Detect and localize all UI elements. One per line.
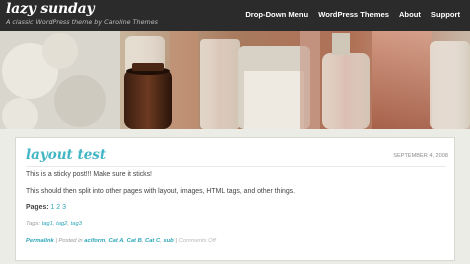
site-tagline: A classic WordPress theme by Caroline Th… (6, 18, 159, 26)
category-link-sub[interactable]: sub (163, 238, 173, 244)
post-date: SEPTEMBER 4, 2008 (393, 153, 448, 159)
nav-item-about[interactable]: About (399, 10, 421, 19)
category-link-cat-c[interactable]: Cat C (145, 238, 160, 244)
tag-link-2[interactable]: tag2 (56, 221, 67, 227)
nav-item-drop-down-menu[interactable]: Drop-Down Menu (245, 10, 308, 19)
post-title-link[interactable]: layout test (26, 147, 106, 163)
permalink-link[interactable]: Permalink (26, 238, 54, 244)
post-card: layout test SEPTEMBER 4, 2008 This is a … (15, 137, 455, 261)
tag-link-1[interactable]: tag1 (42, 221, 53, 227)
posted-in-label: Posted in (58, 238, 83, 244)
post-paragraph-1: This is a sticky post!!! Make sure it st… (26, 171, 152, 178)
page-link-1[interactable]: 1 (51, 204, 55, 211)
site-title[interactable]: lazy sunday (6, 1, 95, 17)
post-meta: Permalink | Posted in aciform, Cat A, Ca… (26, 238, 216, 244)
meta-separator: | (55, 238, 57, 244)
category-link-aciform[interactable]: aciform (84, 238, 105, 244)
main-nav: Drop-Down Menu WordPress Themes About Su… (245, 10, 460, 19)
category-link-cat-b[interactable]: Cat B (127, 238, 142, 244)
nav-item-support[interactable]: Support (431, 10, 460, 19)
category-link-cat-a[interactable]: Cat A (108, 238, 123, 244)
tags-label: Tags: (26, 221, 40, 227)
meta-separator: | (175, 238, 177, 244)
top-bar: lazy sunday A classic WordPress theme by… (0, 0, 470, 31)
page-link-3[interactable]: 3 (62, 204, 66, 211)
comments-status: Comments Off (178, 238, 216, 244)
pagination: Pages: 1 2 3 (26, 204, 66, 211)
title-divider (26, 166, 446, 167)
header-image (0, 31, 470, 129)
post-tags: Tags: tag1, tag2, tag3 (26, 221, 82, 227)
tag-link-3[interactable]: tag3 (71, 221, 82, 227)
nav-item-wordpress-themes[interactable]: WordPress Themes (318, 10, 389, 19)
post-paragraph-2: This should then split into other pages … (26, 188, 296, 195)
pages-label: Pages: (26, 204, 49, 211)
page-link-2[interactable]: 2 (56, 204, 60, 211)
